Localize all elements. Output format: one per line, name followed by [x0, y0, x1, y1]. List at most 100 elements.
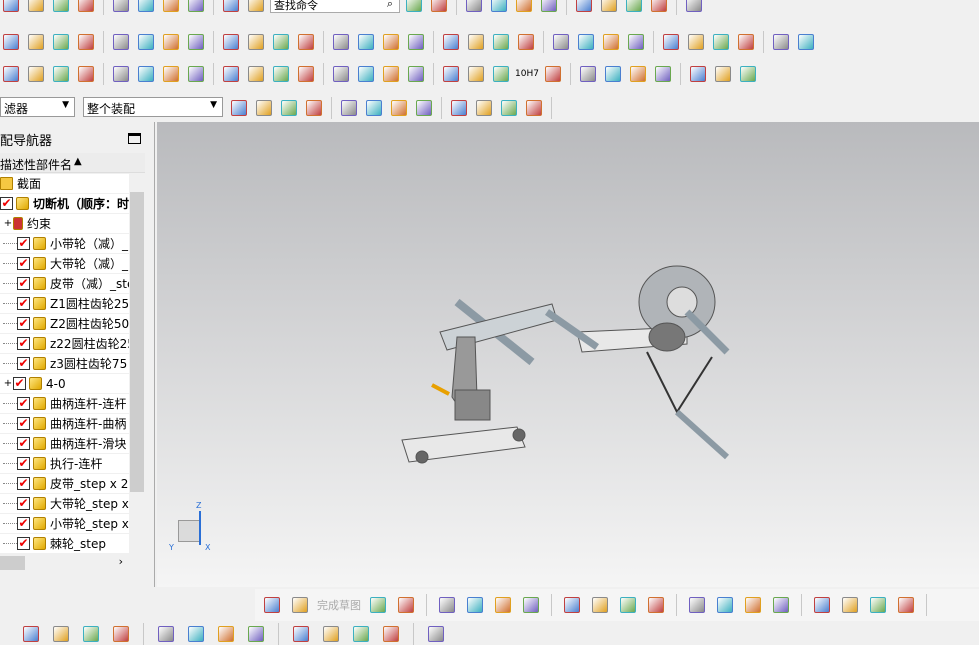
- arrangement-icon[interactable]: [425, 623, 447, 645]
- bearing-icon[interactable]: [270, 63, 292, 85]
- text-icon[interactable]: [160, 63, 182, 85]
- tree-node[interactable]: ✔ 大带轮_step x: [0, 494, 129, 514]
- dimension-icon[interactable]: [867, 594, 889, 616]
- hole-icon[interactable]: [160, 31, 182, 53]
- tree-node[interactable]: ✔ z3圆柱齿轮75: [0, 354, 129, 374]
- geometric-constraint-icon[interactable]: [895, 594, 917, 616]
- snap-circle-icon[interactable]: [413, 97, 435, 119]
- mesh-icon[interactable]: [685, 31, 707, 53]
- assembly-constraint-icon[interactable]: [155, 623, 177, 645]
- routing-icon[interactable]: [380, 623, 402, 645]
- snap-midpoint-icon[interactable]: [278, 97, 300, 119]
- sketch-studio-icon[interactable]: [645, 594, 667, 616]
- cable-icon[interactable]: [350, 623, 372, 645]
- assembly-nav-icon[interactable]: [20, 623, 42, 645]
- section-icon[interactable]: [488, 0, 510, 15]
- snap-quadrant-icon[interactable]: [363, 97, 385, 119]
- sketch-line-icon[interactable]: [395, 594, 417, 616]
- snap-endpoint-icon[interactable]: [253, 97, 275, 119]
- visibility-checkbox[interactable]: ✔: [17, 277, 30, 290]
- copy-icon[interactable]: [110, 0, 132, 15]
- snap-center-icon[interactable]: [388, 97, 410, 119]
- info-icon[interactable]: [648, 0, 670, 15]
- render-style-icon[interactable]: [463, 0, 485, 15]
- vertical-scrollbar[interactable]: [129, 174, 145, 554]
- snap-point-icon[interactable]: [448, 97, 470, 119]
- visibility-checkbox[interactable]: ✔: [17, 397, 30, 410]
- sketch-polygon-icon[interactable]: [589, 594, 611, 616]
- visibility-checkbox[interactable]: ✔: [17, 337, 30, 350]
- tree-node[interactable]: ✔ 曲柄连杆-曲柄: [0, 414, 129, 434]
- unite-icon[interactable]: [245, 31, 267, 53]
- visibility-checkbox[interactable]: ✔: [17, 317, 30, 330]
- undo-icon[interactable]: [160, 0, 182, 15]
- cone-icon[interactable]: [110, 31, 132, 53]
- tree-node[interactable]: ✔ 执行-连杆: [0, 454, 129, 474]
- paste-icon[interactable]: [135, 0, 157, 15]
- block-icon[interactable]: [50, 31, 72, 53]
- tree-node[interactable]: ✔ 皮带（减）_ste: [0, 274, 129, 294]
- tree-node[interactable]: + ✔ 4-0: [0, 374, 129, 394]
- packed-icon[interactable]: [542, 63, 564, 85]
- snap-grid-icon[interactable]: [228, 97, 250, 119]
- tree-node[interactable]: 截面: [0, 174, 129, 194]
- edit-icon[interactable]: [380, 63, 402, 85]
- assembly-add-icon[interactable]: [75, 63, 97, 85]
- visibility-checkbox[interactable]: ✔: [17, 537, 30, 550]
- intersect-icon[interactable]: [295, 31, 317, 53]
- save-icon[interactable]: [50, 0, 72, 15]
- visibility-checkbox[interactable]: ✔: [17, 497, 30, 510]
- snap-intersect-icon[interactable]: [338, 97, 360, 119]
- reposition-icon[interactable]: [135, 63, 157, 85]
- tree-node[interactable]: ✔ 大带轮（减）_: [0, 254, 129, 274]
- scale-icon[interactable]: [550, 31, 572, 53]
- finish-sketch-icon[interactable]: [289, 594, 311, 616]
- move-icon[interactable]: [573, 0, 595, 15]
- tree-node[interactable]: ✔ 小带轮（减）_: [0, 234, 129, 254]
- scroll-right-icon[interactable]: ›: [119, 555, 123, 568]
- thicken-icon[interactable]: [515, 31, 537, 53]
- grid-icon[interactable]: [355, 63, 377, 85]
- command-finder-icon[interactable]: [245, 0, 267, 15]
- quick-extend-icon[interactable]: [714, 594, 736, 616]
- exploded-view-icon[interactable]: [245, 623, 267, 645]
- tree-node[interactable]: + 约束: [0, 214, 129, 234]
- boss-icon[interactable]: [185, 31, 207, 53]
- snap-bar-icon[interactable]: [523, 97, 545, 119]
- spline-icon[interactable]: [652, 63, 674, 85]
- wave-icon[interactable]: [185, 63, 207, 85]
- tree-node[interactable]: ✔ Z1圆柱齿轮25: [0, 294, 129, 314]
- curve-icon[interactable]: [795, 31, 817, 53]
- chamfer-icon[interactable]: [440, 31, 462, 53]
- surface-icon[interactable]: [660, 31, 682, 53]
- group-icon[interactable]: [405, 63, 427, 85]
- tree-node[interactable]: ✔ 切断机（顺序：时: [0, 194, 129, 214]
- new-icon[interactable]: [0, 0, 22, 15]
- visibility-checkbox[interactable]: ✔: [17, 357, 30, 370]
- sequence-icon[interactable]: [320, 623, 342, 645]
- sketch-point-icon[interactable]: [617, 594, 639, 616]
- tree-node[interactable]: ✔ Z2圆柱齿轮50: [0, 314, 129, 334]
- sphere-icon[interactable]: [135, 31, 157, 53]
- sketch-task-icon[interactable]: [261, 594, 283, 616]
- command-search-input[interactable]: 查找命令 ⌕: [270, 0, 400, 13]
- blend-icon[interactable]: [405, 31, 427, 53]
- visibility-checkbox[interactable]: ✔: [17, 297, 30, 310]
- graphics-viewport[interactable]: Z Y X: [157, 122, 979, 587]
- snap-tangent-icon[interactable]: [303, 97, 325, 119]
- shell-icon[interactable]: [380, 31, 402, 53]
- snap-face-icon[interactable]: [498, 97, 520, 119]
- constraint-icon[interactable]: [110, 63, 132, 85]
- split-icon[interactable]: [355, 31, 377, 53]
- draft-icon[interactable]: [465, 31, 487, 53]
- move-component-icon[interactable]: [110, 623, 132, 645]
- color-icon[interactable]: [538, 0, 560, 15]
- list-icon[interactable]: [623, 0, 645, 15]
- sweep-icon[interactable]: [600, 31, 622, 53]
- type-filter-select[interactable]: 滤器 ▼: [0, 97, 75, 117]
- visibility-checkbox[interactable]: ✔: [17, 457, 30, 470]
- add-component-icon[interactable]: [80, 623, 102, 645]
- mirror-icon[interactable]: [575, 31, 597, 53]
- loft-icon[interactable]: [625, 31, 647, 53]
- mate-icon[interactable]: [185, 623, 207, 645]
